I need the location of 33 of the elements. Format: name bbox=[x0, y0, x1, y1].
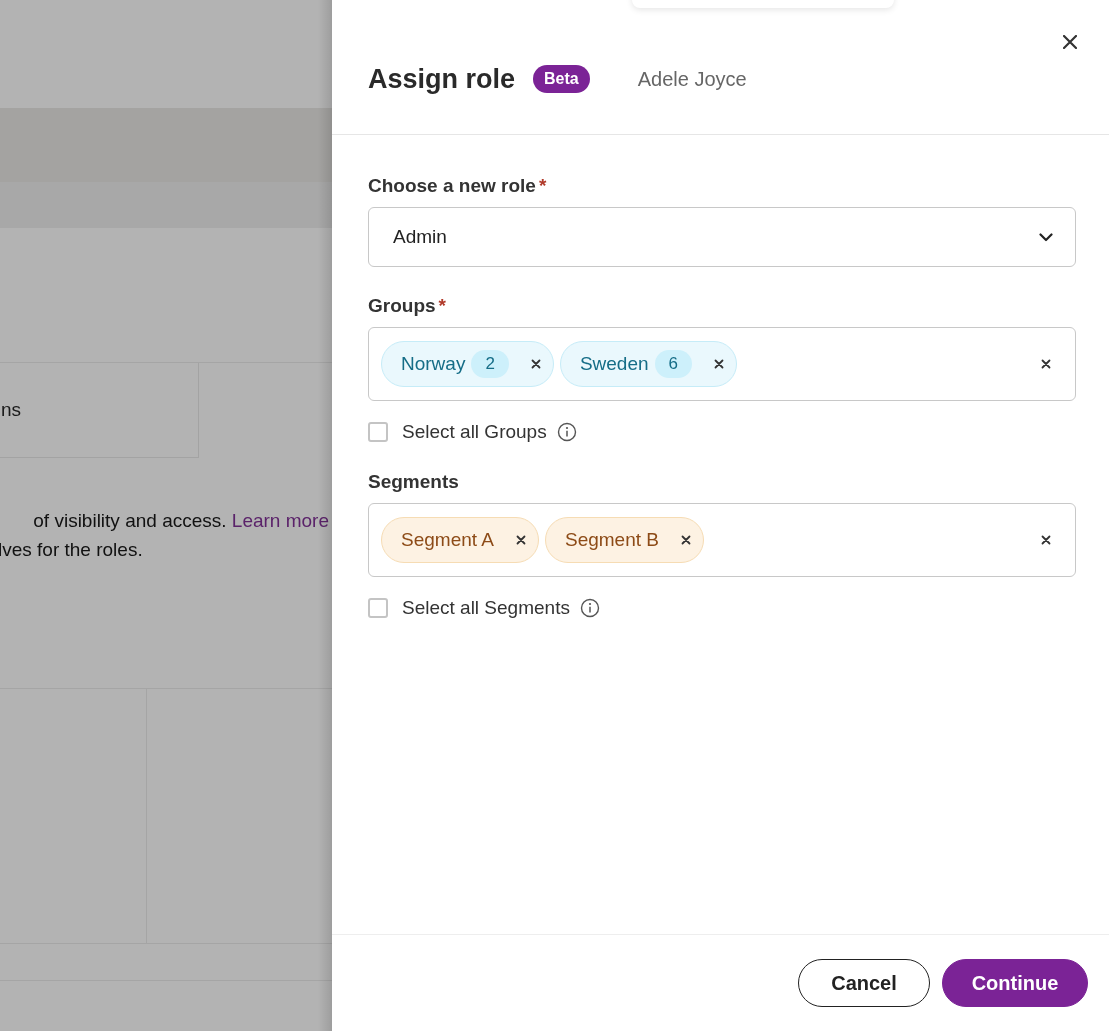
continue-button[interactable]: Continue bbox=[942, 959, 1088, 1007]
learn-more-link[interactable]: Learn more bbox=[231, 510, 329, 531]
remove-icon[interactable] bbox=[714, 359, 724, 369]
remove-icon[interactable] bbox=[680, 535, 691, 545]
checkbox-label: Select all Groups bbox=[402, 421, 547, 443]
checkbox-label: Select all Segments bbox=[402, 597, 570, 619]
info-icon bbox=[579, 598, 600, 618]
tag-chip: Norway 2 bbox=[381, 341, 554, 387]
remove-icon[interactable] bbox=[530, 359, 541, 369]
field-label: Segments bbox=[368, 471, 460, 493]
table-cell: ns bbox=[0, 363, 199, 458]
tag-chip: Sweden 6 bbox=[559, 341, 737, 387]
checkbox[interactable] bbox=[368, 598, 388, 618]
multi-select-field[interactable]: Norway 2 Sweden 6 bbox=[368, 327, 1076, 401]
description-text: lves for the roles. bbox=[0, 538, 144, 561]
role-dropdown[interactable]: Admin bbox=[368, 207, 1076, 267]
beta-badge: Beta bbox=[533, 65, 590, 93]
tag-chip: Segment B bbox=[544, 517, 704, 563]
remove-icon[interactable] bbox=[515, 535, 526, 545]
chevron-down-icon bbox=[1039, 232, 1053, 242]
checkbox[interactable] bbox=[368, 422, 388, 442]
tag-chip: Segment A bbox=[381, 517, 539, 563]
field-label: Groups* bbox=[368, 295, 447, 317]
cancel-button[interactable]: Cancel bbox=[798, 959, 930, 1007]
info-icon bbox=[556, 422, 577, 442]
user-name: Adele Joyce bbox=[637, 67, 747, 91]
clear-icon[interactable] bbox=[1041, 535, 1051, 545]
close-icon[interactable] bbox=[1063, 35, 1077, 49]
description-text: of visibility and access. Learn more bbox=[32, 509, 329, 532]
multi-select-field[interactable]: Segment A Segment B bbox=[368, 503, 1076, 577]
clear-icon[interactable] bbox=[1041, 359, 1051, 369]
field-label: Choose a new role* bbox=[368, 175, 548, 197]
drawer-title: Assign role bbox=[368, 63, 516, 95]
